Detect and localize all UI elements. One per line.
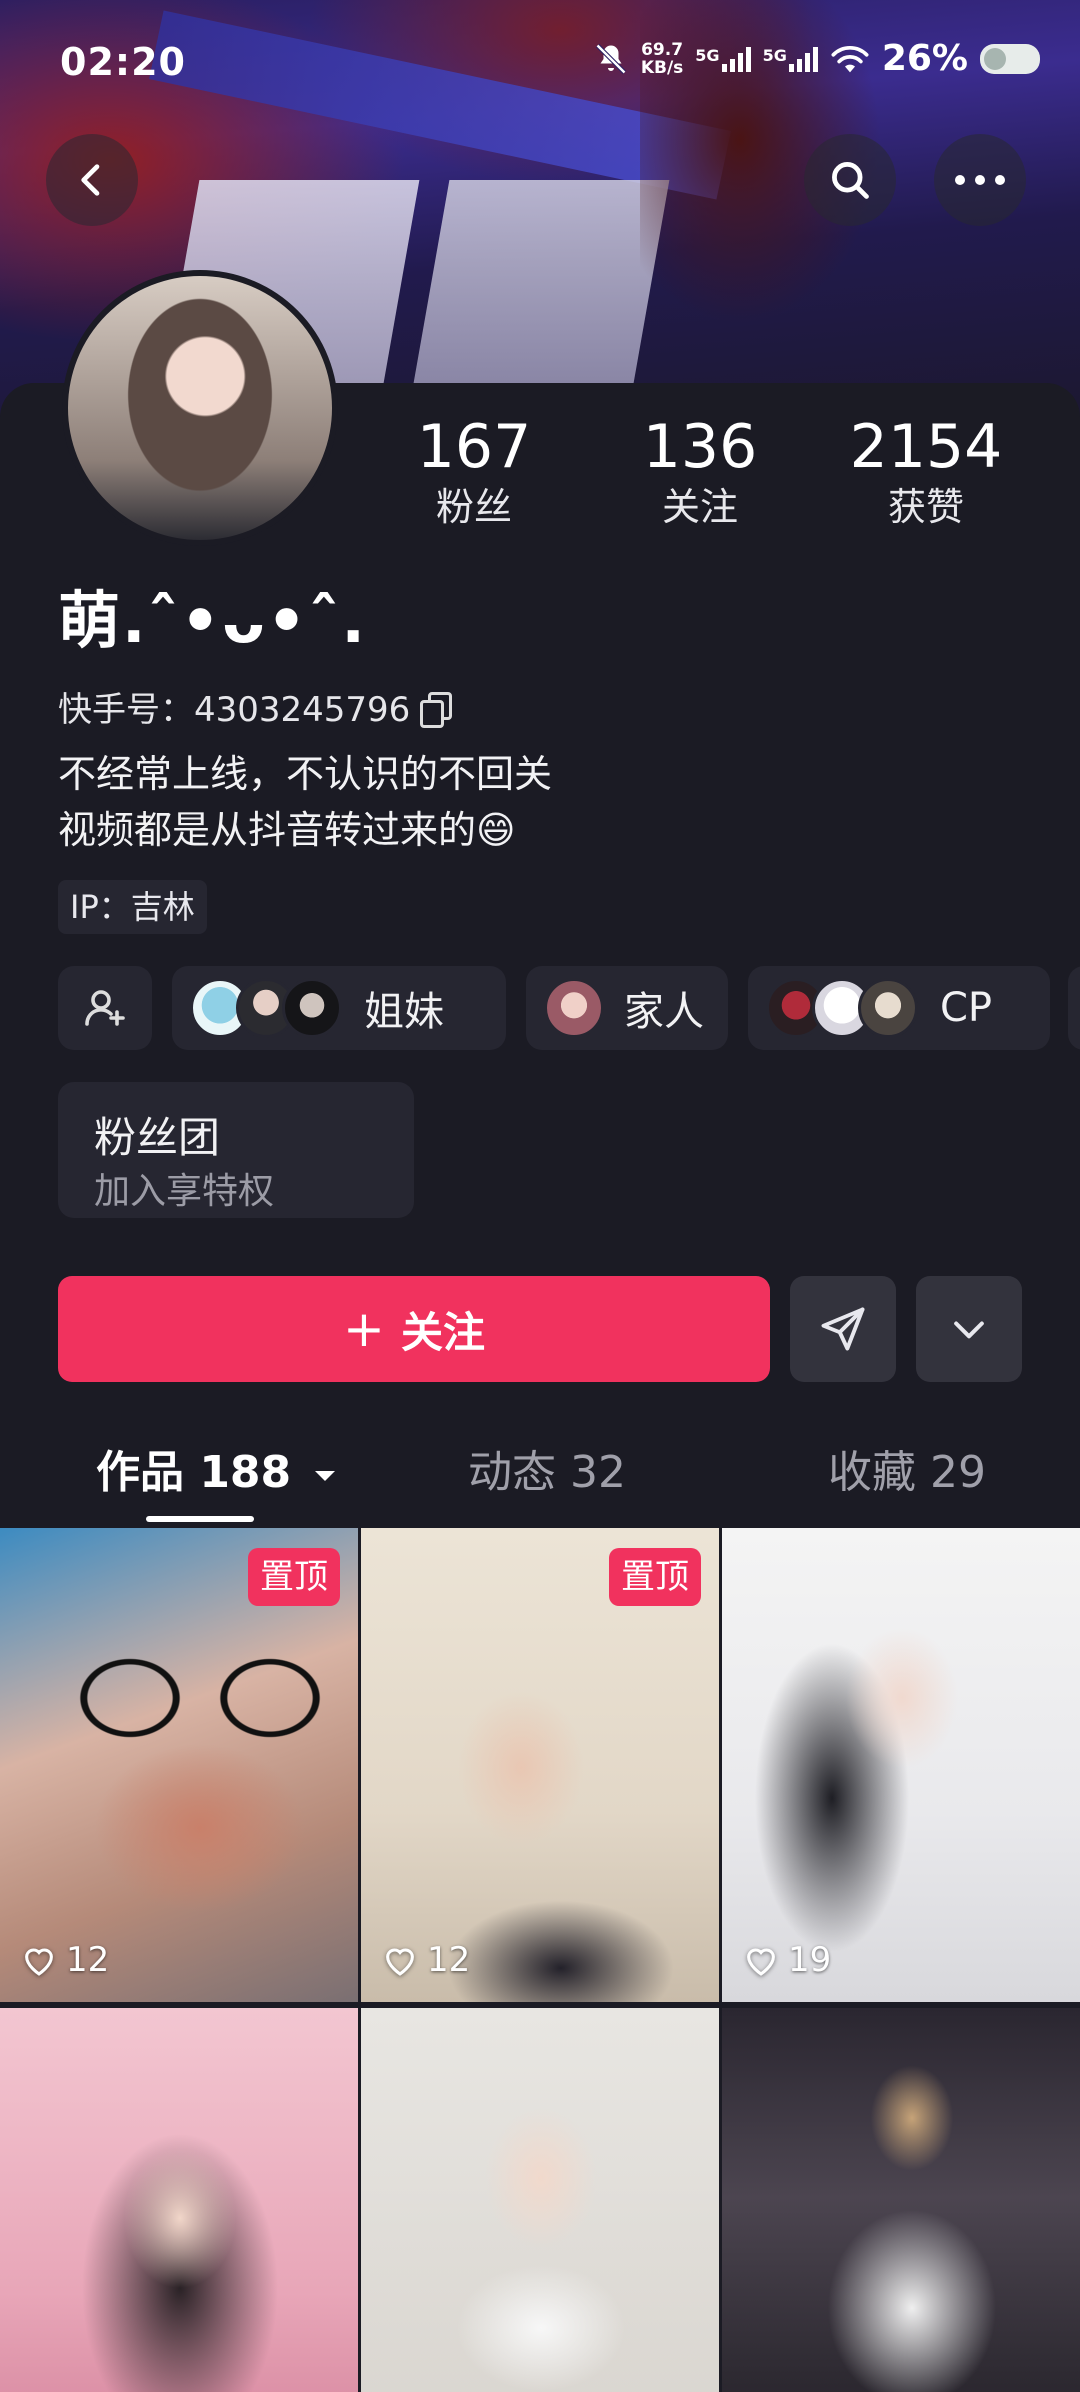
stat-following[interactable]: 136 关注 bbox=[590, 412, 810, 532]
wifi-icon bbox=[831, 45, 869, 72]
search-icon bbox=[832, 162, 869, 199]
heart-icon bbox=[25, 1948, 53, 1976]
avatar bbox=[858, 978, 918, 1038]
stat-fans[interactable]: 167 粉丝 bbox=[364, 412, 584, 532]
avatar bbox=[544, 978, 604, 1038]
more-dots-icon bbox=[955, 175, 1005, 185]
pinned-badge: 置顶 bbox=[248, 1548, 340, 1606]
like-count: 19 bbox=[742, 1940, 831, 1980]
fans-club-title: 粉丝团 bbox=[94, 1113, 221, 1162]
tab-works[interactable]: 作品 188 bbox=[96, 1436, 339, 1500]
stat-value: 167 bbox=[416, 412, 532, 482]
relation-chip-more[interactable] bbox=[1068, 966, 1080, 1050]
video-tile[interactable]: 置顶 12 bbox=[361, 1528, 719, 2002]
add-friend-button[interactable] bbox=[58, 966, 152, 1050]
battery-icon bbox=[980, 43, 1040, 74]
kuaishou-id[interactable]: 快手号：4303245796 bbox=[58, 682, 453, 731]
caret-down-icon[interactable] bbox=[311, 1465, 339, 1485]
chevron-down-icon bbox=[954, 1321, 984, 1339]
relation-label: 家人 bbox=[624, 989, 704, 1035]
signal-2: 5G bbox=[763, 46, 818, 72]
more-options-button[interactable] bbox=[916, 1276, 1022, 1382]
ip-location-tag: IP：吉林 bbox=[58, 880, 207, 934]
add-user-icon bbox=[85, 990, 125, 1026]
relation-chip-cp[interactable]: CP bbox=[748, 966, 1050, 1050]
stat-value: 2154 bbox=[849, 412, 1003, 482]
share-button[interactable] bbox=[790, 1276, 896, 1382]
stat-label: 关注 bbox=[661, 485, 738, 529]
bio-line: 不经常上线，不认识的不回关 bbox=[58, 752, 553, 796]
back-button[interactable] bbox=[46, 134, 138, 226]
tab-active-indicator bbox=[146, 1516, 254, 1522]
mute-bell-icon bbox=[595, 43, 626, 74]
tab-favorites[interactable]: 收藏 29 bbox=[828, 1436, 986, 1500]
signal-bars-icon bbox=[788, 46, 818, 72]
relation-label: 姐妹 bbox=[364, 989, 444, 1035]
follow-button[interactable]: + 关注 bbox=[58, 1276, 770, 1382]
copy-icon[interactable] bbox=[420, 691, 453, 728]
network-speed: 69.7 KB/s bbox=[640, 39, 684, 78]
heart-icon bbox=[386, 1948, 414, 1976]
fans-club-card[interactable]: 粉丝团 加入享特权 bbox=[58, 1082, 414, 1218]
tab-moments[interactable]: 动态 32 bbox=[468, 1436, 626, 1500]
nickname: 萌.ˆ•ᴗ•ˆ. bbox=[58, 584, 367, 657]
bio: 不经常上线，不认识的不回关 视频都是从抖音转过来的😄 bbox=[58, 746, 552, 858]
stat-value: 136 bbox=[642, 412, 758, 482]
stat-label: 粉丝 bbox=[435, 485, 512, 529]
pinned-badge: 置顶 bbox=[609, 1548, 701, 1606]
heart-icon bbox=[747, 1948, 775, 1976]
avatar[interactable] bbox=[62, 270, 338, 546]
bio-line: 视频都是从抖音转过来的😄 bbox=[58, 808, 516, 852]
video-tile[interactable] bbox=[722, 2008, 1080, 2392]
status-bar: 02:20 69.7 KB/s 5G 5G 26% bbox=[0, 28, 1080, 98]
tab-label: 作品 188 bbox=[96, 1447, 292, 1498]
signal-bars-icon bbox=[721, 46, 751, 72]
like-count: 12 bbox=[381, 1940, 470, 1980]
video-tile[interactable]: 置顶 12 bbox=[0, 1528, 358, 2002]
avatar bbox=[282, 978, 342, 1038]
more-button[interactable] bbox=[934, 134, 1026, 226]
relation-chip-family[interactable]: 家人 bbox=[526, 966, 728, 1050]
relation-label: CP bbox=[940, 985, 993, 1031]
send-icon bbox=[821, 1307, 865, 1351]
kuaishou-id-text: 快手号：4303245796 bbox=[58, 690, 411, 730]
signal-1: 5G bbox=[695, 46, 751, 72]
stat-likes[interactable]: 2154 获赞 bbox=[816, 412, 1036, 532]
plus-icon: + bbox=[343, 1300, 385, 1358]
search-button[interactable] bbox=[804, 134, 896, 226]
status-time: 02:20 bbox=[60, 40, 186, 84]
follow-label: 关注 bbox=[400, 1307, 485, 1357]
fans-club-subtitle: 加入享特权 bbox=[94, 1171, 275, 1212]
like-count: 12 bbox=[20, 1940, 109, 1980]
battery-percent: 26% bbox=[881, 38, 968, 79]
video-tile[interactable] bbox=[0, 2008, 358, 2392]
relation-chip-sisters[interactable]: 姐妹 bbox=[172, 966, 506, 1050]
chevron-left-icon bbox=[81, 164, 100, 196]
video-tile[interactable] bbox=[361, 2008, 719, 2392]
video-tile[interactable]: 19 bbox=[722, 1528, 1080, 2002]
stat-label: 获赞 bbox=[887, 485, 964, 529]
